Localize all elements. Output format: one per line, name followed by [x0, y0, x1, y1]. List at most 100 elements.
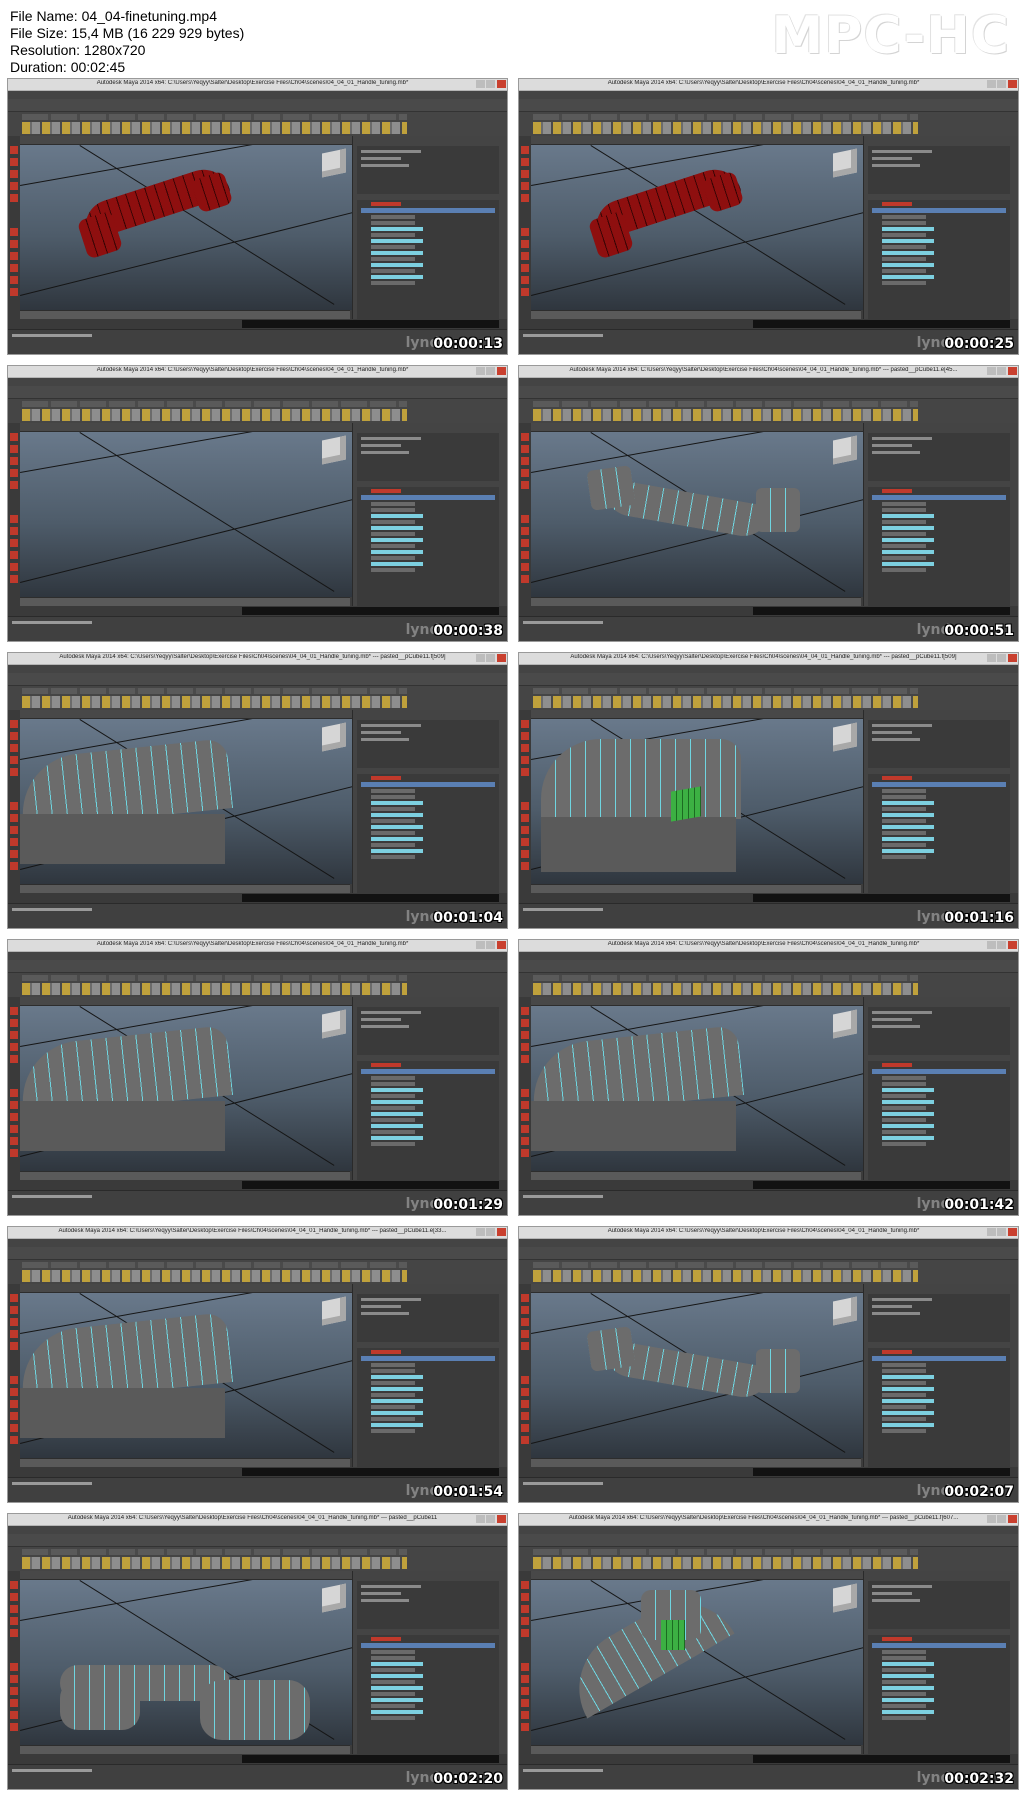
minimize-button[interactable]	[476, 1515, 485, 1523]
channel-box[interactable]	[868, 1294, 1010, 1342]
outliner-item[interactable]	[882, 1124, 934, 1128]
outliner-item[interactable]	[371, 239, 423, 243]
outliner-item[interactable]	[882, 837, 934, 841]
panel-menu[interactable]	[531, 710, 863, 719]
outliner-item[interactable]	[882, 538, 934, 542]
layer-editor[interactable]	[357, 487, 499, 615]
maximize-button[interactable]	[997, 654, 1006, 662]
maximize-button[interactable]	[997, 1515, 1006, 1523]
command-line[interactable]	[753, 894, 1010, 902]
status-line-toolbar[interactable]	[8, 1247, 507, 1260]
outliner-item[interactable]	[371, 514, 423, 518]
shelf[interactable]	[519, 399, 1018, 424]
layer-editor[interactable]	[357, 1061, 499, 1189]
perspective-viewport[interactable]	[531, 719, 863, 884]
close-button[interactable]	[497, 941, 506, 949]
layer-editor[interactable]	[868, 1348, 1010, 1476]
menu-bar[interactable]	[8, 91, 507, 99]
menu-bar[interactable]	[8, 1526, 507, 1534]
outliner-item[interactable]	[371, 776, 401, 780]
shelf-tabs[interactable]	[22, 1549, 407, 1555]
outliner-item[interactable]	[882, 514, 934, 518]
outliner-item[interactable]	[882, 849, 934, 853]
shelf-tabs[interactable]	[22, 114, 407, 120]
outliner-item[interactable]	[371, 1405, 415, 1409]
view-cube[interactable]	[322, 722, 346, 752]
outliner-item[interactable]	[371, 789, 415, 793]
outliner-item[interactable]	[882, 233, 926, 237]
maximize-button[interactable]	[997, 941, 1006, 949]
outliner-item[interactable]	[882, 1662, 934, 1666]
outliner-item[interactable]	[371, 257, 415, 261]
status-line-toolbar[interactable]	[519, 1534, 1018, 1547]
outliner-item[interactable]	[882, 801, 934, 805]
outliner-item[interactable]	[882, 1650, 926, 1654]
outliner-item[interactable]	[882, 1656, 926, 1660]
channel-box[interactable]	[357, 1581, 499, 1629]
outliner-item[interactable]	[371, 1106, 415, 1110]
panel-menu[interactable]	[531, 1284, 863, 1293]
shelf-icons[interactable]	[533, 122, 918, 134]
outliner-item[interactable]	[371, 855, 415, 859]
status-line-toolbar[interactable]	[519, 960, 1018, 973]
outliner-item[interactable]	[872, 495, 1006, 500]
channel-box[interactable]	[357, 146, 499, 194]
shelf-icons[interactable]	[22, 409, 407, 421]
outliner-item[interactable]	[371, 1094, 415, 1098]
outliner-item[interactable]	[371, 807, 415, 811]
shelf[interactable]	[8, 399, 507, 424]
outliner-item[interactable]	[371, 251, 423, 255]
layer-editor[interactable]	[868, 1635, 1010, 1763]
menu-bar[interactable]	[8, 378, 507, 386]
shelf-tabs[interactable]	[22, 688, 407, 694]
panel-menu[interactable]	[20, 1571, 352, 1580]
outliner-item[interactable]	[882, 843, 926, 847]
range-slider[interactable]	[531, 1467, 1018, 1477]
shelf-tabs[interactable]	[533, 401, 918, 407]
range-slider[interactable]	[531, 606, 1018, 616]
outliner-item[interactable]	[882, 1704, 926, 1708]
shelf-icons[interactable]	[22, 122, 407, 134]
outliner-item[interactable]	[361, 782, 495, 787]
perspective-viewport[interactable]	[531, 1580, 863, 1745]
outliner-item[interactable]	[371, 1704, 415, 1708]
channel-box[interactable]	[868, 1581, 1010, 1629]
minimize-button[interactable]	[476, 80, 485, 88]
outliner-item[interactable]	[882, 1668, 926, 1672]
outliner-item[interactable]	[882, 1405, 926, 1409]
view-cube[interactable]	[833, 1583, 857, 1613]
range-slider[interactable]	[20, 1467, 507, 1477]
maximize-button[interactable]	[997, 367, 1006, 375]
shelf-icons[interactable]	[22, 1270, 407, 1282]
outliner-item[interactable]	[882, 215, 926, 219]
outliner-item[interactable]	[371, 502, 415, 506]
outliner-item[interactable]	[882, 819, 926, 823]
outliner-item[interactable]	[371, 532, 415, 536]
panel-menu[interactable]	[20, 423, 352, 432]
command-line[interactable]	[242, 1755, 499, 1763]
outliner-item[interactable]	[371, 1381, 415, 1385]
outliner-item[interactable]	[882, 520, 926, 524]
range-slider[interactable]	[20, 1754, 507, 1764]
outliner-item[interactable]	[371, 508, 415, 512]
status-line-toolbar[interactable]	[519, 386, 1018, 399]
view-cube[interactable]	[322, 148, 346, 178]
outliner-item[interactable]	[371, 215, 415, 219]
outliner-item[interactable]	[371, 1680, 415, 1684]
minimize-button[interactable]	[476, 367, 485, 375]
outliner-item[interactable]	[882, 825, 934, 829]
outliner-item[interactable]	[882, 544, 926, 548]
range-slider[interactable]	[20, 319, 507, 329]
outliner-item[interactable]	[371, 1387, 423, 1391]
layer-editor[interactable]	[868, 1061, 1010, 1189]
outliner-item[interactable]	[882, 221, 926, 225]
channel-box[interactable]	[357, 1294, 499, 1342]
outliner-item[interactable]	[371, 1076, 415, 1080]
outliner-item[interactable]	[371, 795, 415, 799]
maximize-button[interactable]	[486, 367, 495, 375]
menu-bar[interactable]	[519, 1239, 1018, 1247]
outliner-item[interactable]	[371, 1363, 415, 1367]
outliner-item[interactable]	[882, 1698, 934, 1702]
outliner-item[interactable]	[371, 275, 423, 279]
outliner-item[interactable]	[882, 257, 926, 261]
